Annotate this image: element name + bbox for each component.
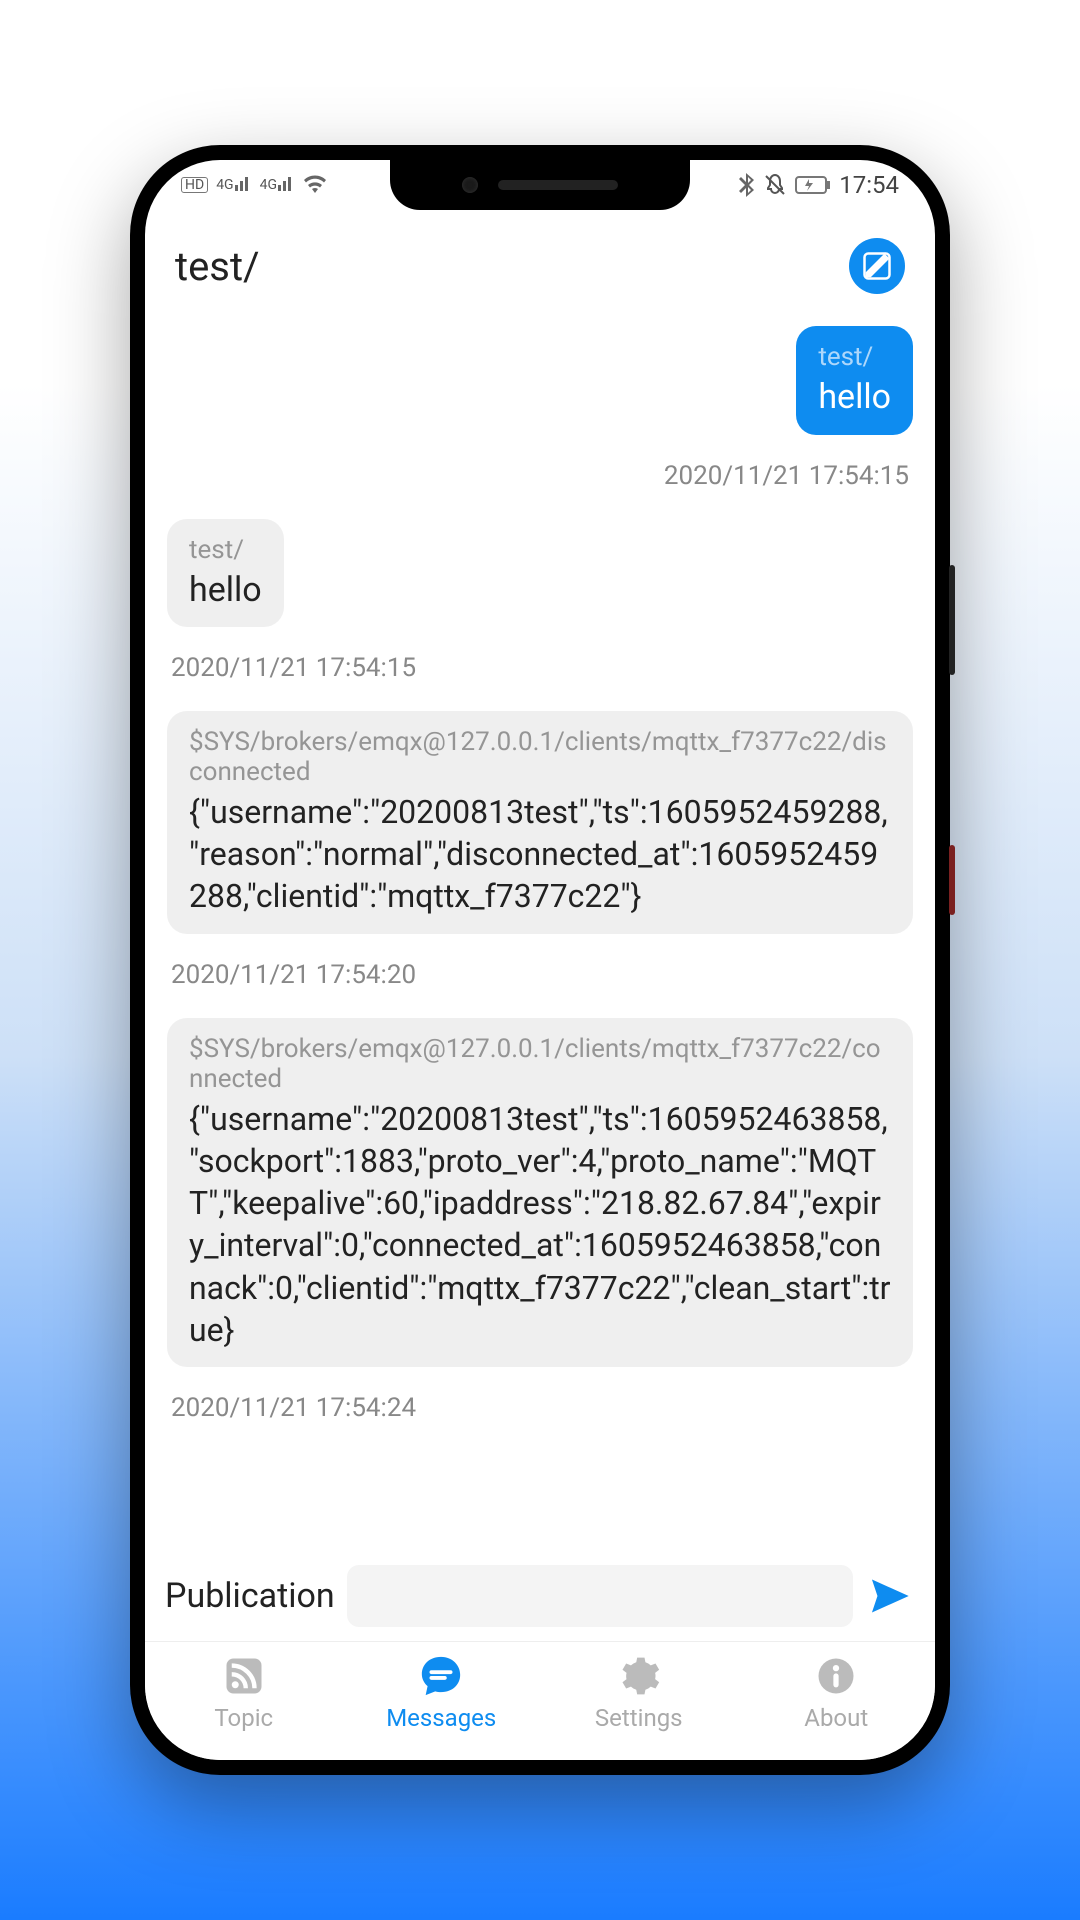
publish-label: Publication	[165, 1576, 335, 1616]
status-right: 17:54	[739, 171, 899, 199]
message-topic: test/	[818, 342, 891, 372]
side-button	[949, 565, 955, 675]
message-payload: {"username":"20200813test","ts":16059524…	[189, 1098, 891, 1351]
nav-label: Topic	[214, 1704, 273, 1732]
publish-input[interactable]	[347, 1565, 853, 1627]
topic-title: test/	[175, 243, 260, 290]
bottom-nav: Topic Messages Settings About	[145, 1641, 935, 1760]
gear-icon	[615, 1652, 663, 1700]
info-icon	[812, 1652, 860, 1700]
mute-icon	[763, 173, 787, 197]
message-topic: $SYS/brokers/emqx@127.0.0.1/clients/mqtt…	[189, 1034, 891, 1094]
clock-text: 17:54	[839, 171, 899, 199]
message-payload: hello	[818, 376, 891, 419]
nav-label: About	[804, 1704, 868, 1732]
wifi-icon	[303, 175, 327, 195]
status-left: HD 4G 4G	[181, 175, 327, 195]
signal-4g-icon: 4G	[260, 177, 295, 193]
hd-badge-icon: HD	[181, 177, 208, 193]
message-bubble-recv[interactable]: $SYS/brokers/emqx@127.0.0.1/clients/mqtt…	[167, 711, 913, 934]
nav-tab-about[interactable]: About	[738, 1652, 936, 1732]
screen: HD 4G 4G	[145, 160, 935, 1760]
message-bubble-recv[interactable]: test/ hello	[167, 519, 284, 628]
message-row: $SYS/brokers/emqx@127.0.0.1/clients/mqtt…	[167, 1018, 913, 1367]
message-timestamp: 2020/11/21 17:54:15	[171, 461, 909, 491]
battery-icon	[795, 175, 831, 195]
bluetooth-icon	[739, 173, 755, 197]
message-topic: test/	[189, 535, 262, 565]
compose-button[interactable]	[849, 238, 905, 294]
message-payload: {"username":"20200813test","ts":16059524…	[189, 791, 891, 918]
phone-frame: HD 4G 4G	[130, 145, 950, 1775]
app-header: test/	[145, 210, 935, 316]
side-button	[949, 845, 955, 915]
publish-bar: Publication	[145, 1553, 935, 1641]
message-row: $SYS/brokers/emqx@127.0.0.1/clients/mqtt…	[167, 711, 913, 934]
message-bubble-recv[interactable]: $SYS/brokers/emqx@127.0.0.1/clients/mqtt…	[167, 1018, 913, 1367]
rss-icon	[220, 1652, 268, 1700]
message-timestamp: 2020/11/21 17:54:20	[171, 960, 909, 990]
message-timestamp: 2020/11/21 17:54:15	[171, 653, 909, 683]
message-bubble-sent[interactable]: test/ hello	[796, 326, 913, 435]
message-timestamp: 2020/11/21 17:54:24	[171, 1393, 909, 1423]
message-row: test/ hello	[167, 326, 913, 435]
nav-tab-settings[interactable]: Settings	[540, 1652, 738, 1732]
message-row: test/ hello	[167, 519, 913, 628]
send-icon	[870, 1576, 910, 1616]
nav-label: Messages	[386, 1704, 496, 1732]
message-topic: $SYS/brokers/emqx@127.0.0.1/clients/mqtt…	[189, 727, 891, 787]
send-button[interactable]	[865, 1571, 915, 1621]
earpiece-speaker	[498, 180, 618, 190]
chat-icon	[417, 1652, 465, 1700]
front-camera	[462, 177, 478, 193]
nav-label: Settings	[595, 1704, 683, 1732]
compose-icon	[862, 251, 892, 281]
message-payload: hello	[189, 569, 262, 612]
signal-4g-icon: 4G	[216, 177, 251, 193]
nav-tab-messages[interactable]: Messages	[343, 1652, 541, 1732]
notch	[390, 160, 690, 210]
nav-tab-topic[interactable]: Topic	[145, 1652, 343, 1732]
messages-list[interactable]: test/ hello 2020/11/21 17:54:15 test/ he…	[145, 316, 935, 1553]
